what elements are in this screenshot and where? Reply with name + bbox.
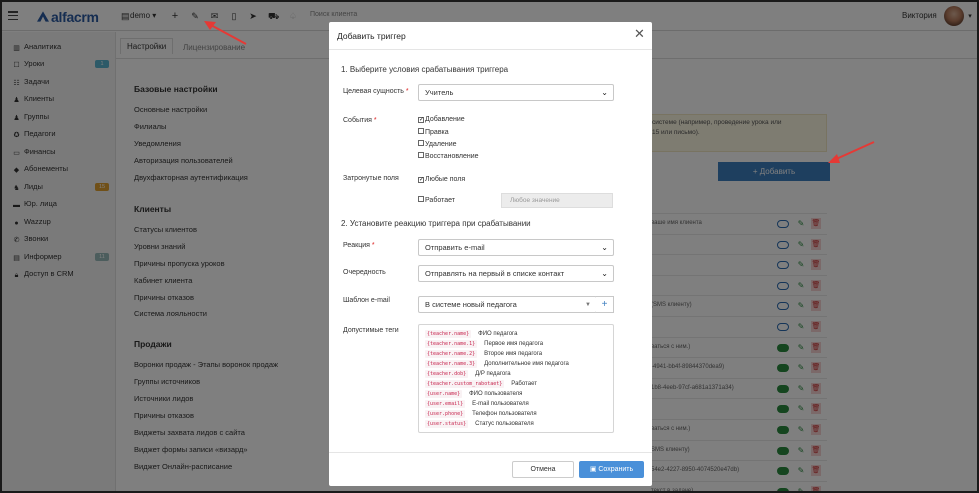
arrow-annotation-add	[828, 141, 875, 163]
arrow-annotation-top	[204, 21, 247, 45]
annotation-arrows	[204, 21, 875, 163]
app-window: alfacrm ▤ demo ▾ + ✎ ✉ ▯ ➤ ⛟ ♤ Поиск кли…	[0, 0, 979, 493]
